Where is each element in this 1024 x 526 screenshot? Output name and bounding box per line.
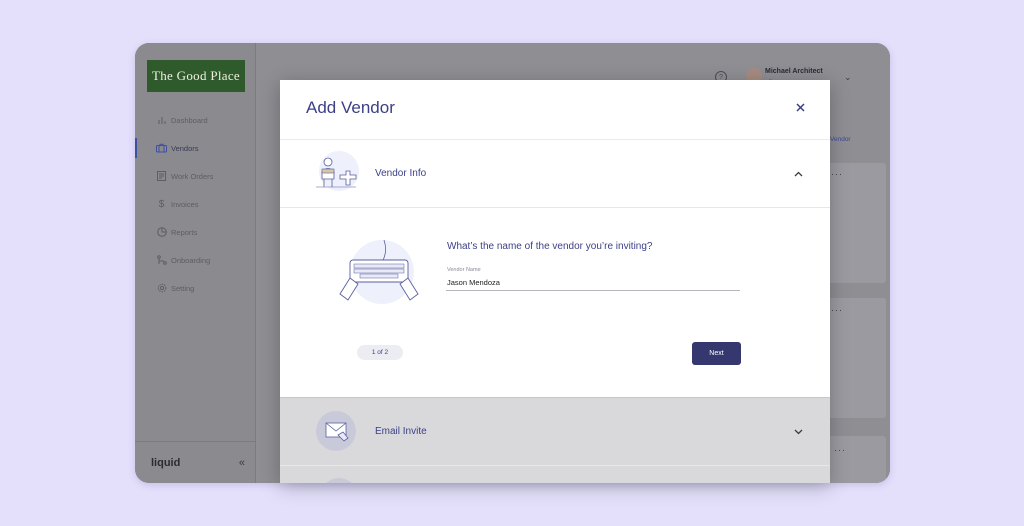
sidebar-item-reports[interactable]: Reports (135, 218, 255, 246)
background-card (826, 163, 886, 283)
sidebar-item-setting[interactable]: Setting (135, 274, 255, 302)
section-vendor-info[interactable]: Vendor Info (280, 140, 830, 208)
more-icon: ··· (831, 169, 843, 179)
sidebar-item-vendors[interactable]: Vendors (135, 134, 255, 162)
section-label: Email Invite (375, 426, 427, 437)
background-card (826, 298, 886, 418)
vendor-name-label: Vendor Name (447, 267, 481, 273)
bar-chart-icon (156, 115, 167, 126)
sidebar-item-label: Onboarding (171, 255, 211, 265)
sidebar-item-dashboard[interactable]: Dashboard (135, 106, 255, 134)
add-vendor-modal: Add Vendor Vendor Info What’s the name o… (280, 80, 830, 483)
section-next-collapsed (280, 466, 830, 483)
briefcase-icon (156, 143, 167, 154)
more-icon: ··· (834, 445, 846, 455)
more-icon: ··· (831, 305, 843, 315)
section-label: Vendor Info (375, 168, 427, 179)
app-logo[interactable]: The Good Place (147, 60, 245, 92)
chevron-up-icon[interactable] (792, 168, 804, 180)
dollar-icon: $ (158, 198, 165, 210)
vendor-info-body: What’s the name of the vendor you’re inv… (280, 208, 830, 397)
next-button[interactable]: Next (692, 342, 741, 365)
branch-icon (156, 255, 167, 266)
brand-logo: liquid (151, 456, 181, 469)
modal-title: Add Vendor (306, 98, 395, 117)
sidebar-item-label: Setting (171, 283, 195, 293)
step-indicator: 1 of 2 (357, 345, 403, 360)
vendor-name-input[interactable] (446, 275, 740, 291)
sidebar: The Good Place Dashboard Vendors Work Or… (135, 43, 256, 483)
section-illustration (320, 478, 358, 483)
sidebar-item-invoices[interactable]: $ Invoices (135, 190, 255, 218)
vendor-person-illustration (314, 151, 360, 197)
sidebar-nav: Dashboard Vendors Work Orders $ Invoices (135, 106, 255, 302)
user-name: Michael Architect (765, 68, 823, 75)
sidebar-item-onboarding[interactable]: Onboarding (135, 246, 255, 274)
sidebar-item-label: Invoices (171, 199, 199, 209)
gear-icon (156, 283, 167, 294)
sidebar-footer: liquid « (135, 441, 255, 483)
vendor-question: What’s the name of the vendor you’re inv… (447, 241, 653, 252)
double-chevron-left-icon[interactable]: « (239, 457, 245, 469)
sidebar-item-label: Vendors (171, 143, 199, 153)
close-icon[interactable] (792, 99, 808, 115)
sidebar-item-label: Reports (171, 227, 198, 237)
pie-chart-icon (156, 227, 167, 238)
chevron-down-icon[interactable] (792, 426, 804, 438)
background-card (826, 436, 886, 483)
chevron-down-icon[interactable]: ⌄ (844, 72, 852, 83)
sidebar-item-work-orders[interactable]: Work Orders (135, 162, 255, 190)
section-email-invite[interactable]: Email Invite (280, 397, 830, 466)
modal-header: Add Vendor (280, 80, 830, 140)
background-link: Vendor (830, 136, 851, 143)
document-icon (156, 171, 167, 182)
sidebar-item-label: Dashboard (171, 115, 208, 125)
sidebar-item-label: Work Orders (171, 171, 214, 181)
email-invite-illustration (314, 409, 360, 455)
keyboard-typing-illustration (336, 236, 422, 304)
